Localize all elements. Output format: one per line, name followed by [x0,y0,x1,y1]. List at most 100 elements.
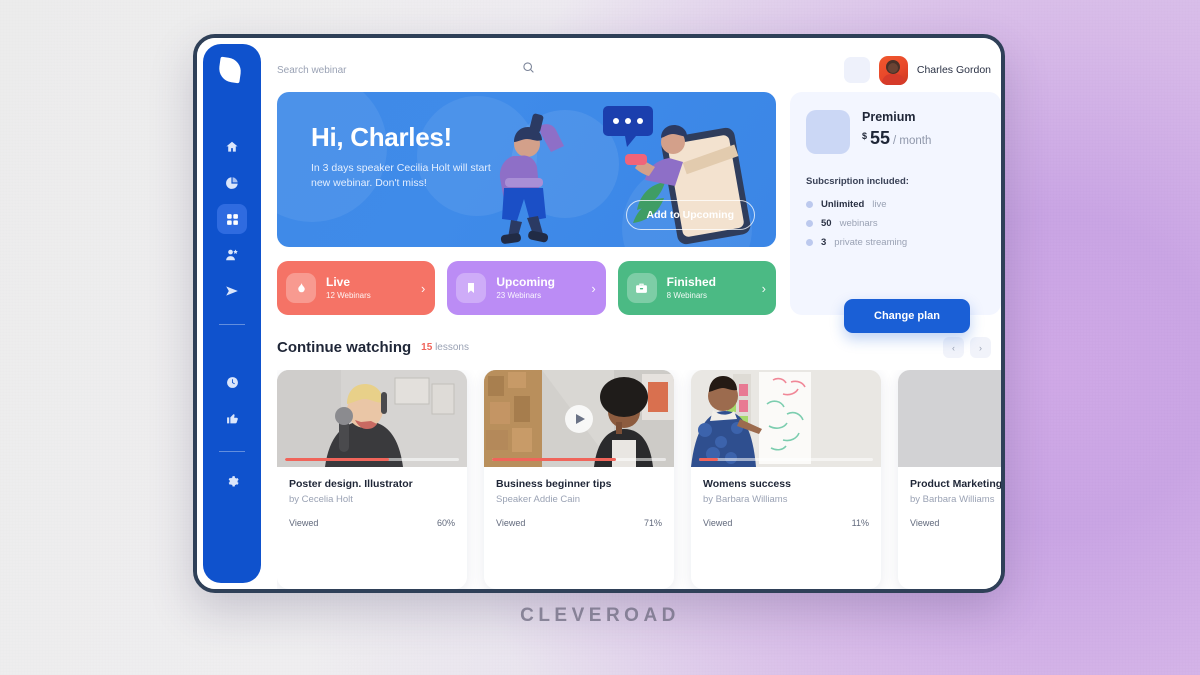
right-column: Premium $ 55 / month Subcsription includ… [790,92,1001,333]
chevron-right-icon: › [979,342,982,353]
sidebar-item-broadcast[interactable] [217,276,247,306]
continue-watching-cards: Poster design. Illustrator by Cecelia Ho… [277,370,1001,589]
premium-price: $ 55 / month [862,128,931,149]
lesson-thumbnail[interactable] [691,370,881,467]
sidebar-item-favorites[interactable] [217,403,247,433]
status-card-live[interactable]: Live 12 Webinars › [277,261,436,315]
premium-thumbnail [806,110,850,154]
lesson-count-value: 15 [421,342,433,353]
premium-info: Premium $ 55 / month [862,110,931,149]
chevron-right-icon: › [761,280,766,296]
bullet-icon [806,220,813,227]
bookmark-icon [456,273,487,303]
topbar: Charles Gordon [277,48,1001,92]
status-card-finished[interactable]: Finished 8 Webinars › [617,261,776,315]
play-button[interactable] [565,404,593,433]
lesson-title: Product Marketing [910,478,1001,490]
premium-currency: $ [862,131,868,141]
sidebar-item-contacts[interactable] [217,240,247,270]
chevron-left-icon: ‹ [952,342,955,353]
lesson-card-body: Business beginner tips Speaker Addie Cai… [484,467,674,528]
hero-banner: Hi, Charles! In 3 days speaker Cecilia H… [277,92,776,247]
premium-feature-item: Unlimited live [806,199,985,210]
lesson-thumbnail[interactable] [898,370,1001,467]
home-icon [225,140,239,154]
gear-icon [226,475,239,488]
sidebar-item-analytics[interactable] [217,168,247,198]
lesson-thumbnail[interactable] [277,370,467,467]
premium-amount: 55 [870,128,891,148]
sidebar-item-settings[interactable] [217,466,247,496]
lesson-thumbnail[interactable] [484,370,674,467]
flame-icon [286,273,316,303]
lesson-author: by Barbara Williams [910,494,995,505]
lesson-meta: Viewed 71% [496,518,662,528]
avatar-face [887,62,898,73]
lesson-card-body: Poster design. Illustrator by Cecelia Ho… [277,467,467,528]
progress-bar [699,458,873,461]
lesson-meta-label: Viewed [496,518,526,528]
premium-included-label: Subcsription included: [806,176,909,187]
lesson-count: 15 lessons [421,342,469,353]
lesson-card[interactable]: Poster design. Illustrator by Cecelia Ho… [277,370,467,589]
status-card-finished-subtitle: 8 Webinars [666,291,707,301]
lesson-meta: Viewed [910,518,1001,528]
user-name: Charles Gordon [916,64,991,76]
premium-feature-value: Unlimited [821,199,865,210]
lesson-count-unit: lessons [435,342,469,353]
premium-feature-value: 50 [821,218,832,229]
lesson-card-body: Product Marketing by Barbara Williams Vi… [898,467,1001,528]
continue-watching-header: Continue watching 15 lessons ‹ › [277,337,1001,358]
premium-feature-list: Unlimited live 50 webinars 3 private str… [806,199,985,248]
search-input[interactable] [277,64,477,76]
premium-header: Premium $ 55 / month [806,110,985,154]
lesson-card[interactable]: Womens success by Barbara Williams Viewe… [691,370,881,589]
lesson-title: Womens success [703,478,791,490]
search-bar[interactable] [277,61,535,79]
status-card-finished-text: Finished 8 Webinars [666,274,762,301]
status-card-live-subtitle: 12 Webinars [326,291,371,301]
app-logo[interactable] [217,56,245,84]
premium-feature-item: 3 private streaming [806,237,985,248]
lesson-meta-label: Viewed [289,518,319,528]
bullet-icon [806,239,813,246]
change-plan-button[interactable]: Change plan [844,299,971,333]
premium-plan-name: Premium [862,110,916,124]
lesson-title: Poster design. Illustrator [289,478,413,490]
carousel-next-button[interactable]: › [970,337,991,358]
sidebar-item-history[interactable] [217,367,247,397]
clock-icon [226,376,239,389]
sidebar-item-home[interactable] [217,132,247,162]
progress-bar-fill [285,458,390,461]
carousel-prev-button[interactable]: ‹ [943,337,964,358]
sidebar-divider-top [219,324,245,325]
status-card-upcoming[interactable]: Upcoming 23 Webinars › [447,261,606,315]
lesson-card[interactable]: Business beginner tips Speaker Addie Cai… [484,370,674,589]
status-card-live-text: Live 12 Webinars [326,274,421,301]
content-row: Hi, Charles! In 3 days speaker Cecilia H… [277,92,1001,333]
lesson-percent: 60% [436,518,455,528]
sidebar-item-dashboard[interactable] [217,204,247,234]
notifications-button[interactable] [843,57,870,83]
sidebar [203,44,261,583]
lesson-percent: 71% [643,518,662,528]
thumbs-up-icon [226,412,239,425]
lesson-meta-label: Viewed [703,518,733,528]
search-icon[interactable] [522,61,535,79]
status-card-finished-title: Finished [666,274,716,289]
avatar-body [881,73,905,85]
status-card-upcoming-text: Upcoming 23 Webinars [496,275,591,301]
status-card-live-title: Live [326,274,351,289]
lesson-card-body: Womens success by Barbara Williams Viewe… [691,467,881,528]
progress-bar [285,458,459,461]
premium-feature-unit: live [872,199,887,210]
hero-message: In 3 days speaker Cecilia Holt will star… [311,162,491,190]
left-column: Hi, Charles! In 3 days speaker Cecilia H… [277,92,776,315]
avatar[interactable] [878,55,908,85]
tablet-frame: Charles Gordon [193,34,1005,593]
lesson-meta-label: Viewed [910,518,940,528]
lesson-card[interactable]: Product Marketing by Barbara Williams Vi… [898,370,1001,589]
hero-greeting: Hi, Charles! [311,122,452,152]
lesson-title: Business beginner tips [496,478,612,490]
add-to-upcoming-button[interactable]: Add to Upcoming [625,200,755,230]
